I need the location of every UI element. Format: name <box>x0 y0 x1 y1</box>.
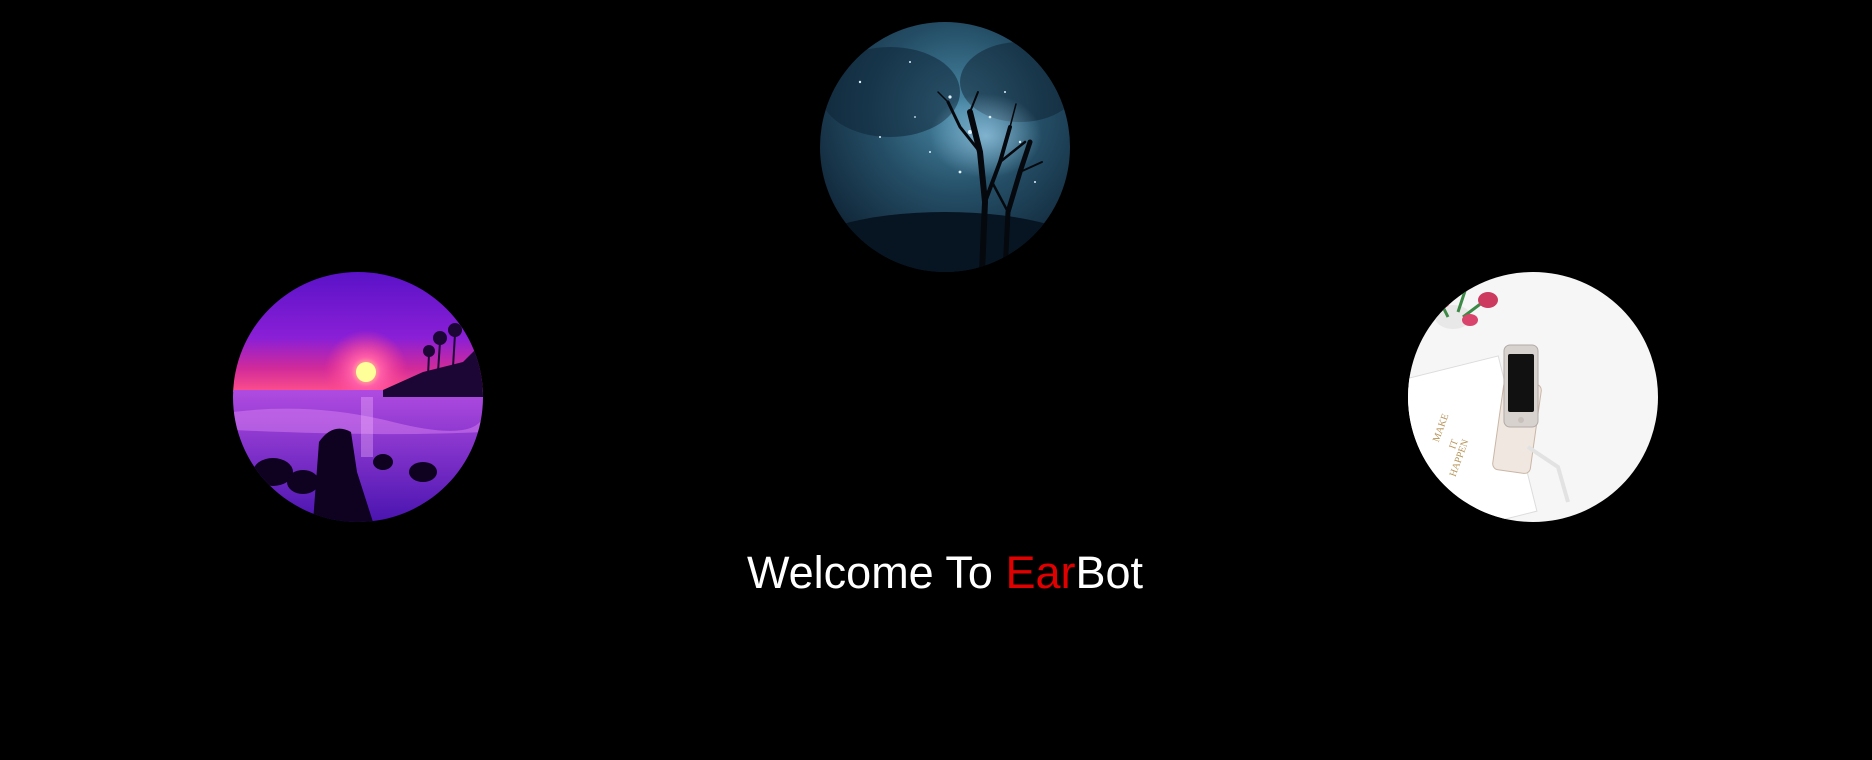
brand-rest: Bot <box>1075 547 1144 598</box>
night-sky-trees-icon <box>820 22 1070 272</box>
welcome-heading: Welcome To EarBot <box>0 545 1872 601</box>
purple-beach-sunset-image[interactable] <box>233 272 483 522</box>
night-sky-trees-image[interactable] <box>820 22 1070 272</box>
landing-page: MAKE IT HAPPEN Welcome To EarBot <box>0 0 1872 760</box>
desk-phone-flowers-icon: MAKE IT HAPPEN <box>1408 272 1658 522</box>
desk-phone-flowers-image[interactable]: MAKE IT HAPPEN <box>1408 272 1658 522</box>
welcome-prefix: Welcome To <box>746 547 1006 598</box>
brand-accent: Ear <box>1005 547 1076 598</box>
purple-beach-sunset-icon <box>233 272 483 522</box>
